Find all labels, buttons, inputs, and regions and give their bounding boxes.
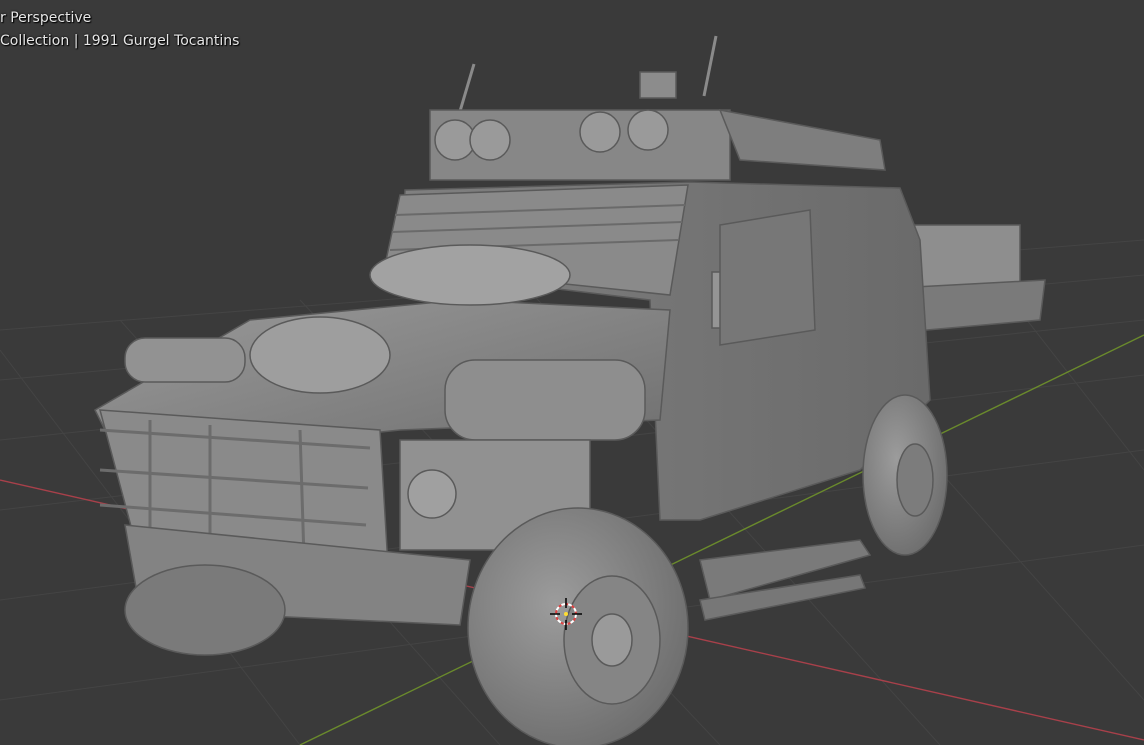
view-name-label: r Perspective bbox=[0, 10, 92, 26]
3d-viewport[interactable]: r Perspective Collection | 1991 Gurgel T… bbox=[0, 0, 1144, 745]
vehicle-model[interactable] bbox=[94, 35, 1046, 745]
collection-info-label: Collection | 1991 Gurgel Tocantins bbox=[0, 33, 240, 49]
viewport-scene[interactable] bbox=[0, 0, 1144, 745]
